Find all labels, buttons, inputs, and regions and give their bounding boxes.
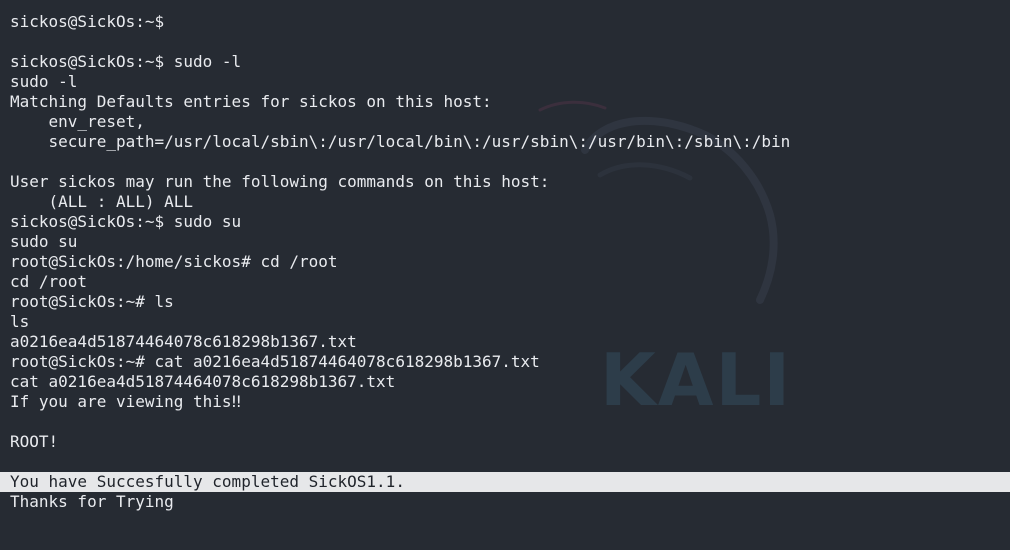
selected-output-line: You have Succesfully completed SickOS1.1… <box>0 472 1010 492</box>
terminal-line: root@SickOs:~# cat a0216ea4d51874464078c… <box>10 352 540 371</box>
terminal-line: Thanks for Trying <box>10 492 174 511</box>
terminal-line: cd /root <box>10 272 88 291</box>
terminal-line: If you are viewing this‼ <box>10 392 242 411</box>
terminal-line: sudo su <box>10 232 78 251</box>
terminal-line: root@SickOs:/home/sickos# cd /root <box>10 252 338 271</box>
terminal-line: User sickos may run the following comman… <box>10 172 550 191</box>
terminal-line: a0216ea4d51874464078c618298b1367.txt <box>10 332 357 351</box>
terminal-line: root@SickOs:~# ls <box>10 292 174 311</box>
terminal-line: sudo -l <box>10 72 78 91</box>
terminal-line: (ALL : ALL) ALL <box>10 192 194 211</box>
terminal-line: sickos@SickOs:~$ sudo -l <box>10 52 242 71</box>
terminal-output[interactable]: sickos@SickOs:~$ sickos@SickOs:~$ sudo -… <box>0 12 1010 512</box>
terminal-line: Matching Defaults entries for sickos on … <box>10 92 492 111</box>
terminal-line: sickos@SickOs:~$ <box>10 12 174 31</box>
terminal-line: ROOT! <box>10 432 59 451</box>
terminal-line: sickos@SickOs:~$ sudo su <box>10 212 242 231</box>
terminal-line: env_reset, <box>10 112 145 131</box>
terminal-line: ls <box>10 312 30 331</box>
terminal-line: secure_path=/usr/local/sbin\:/usr/local/… <box>10 132 791 151</box>
terminal-window[interactable]: KALI sickos@SickOs:~$ sickos@SickOs:~$ s… <box>0 0 1010 550</box>
terminal-line: cat a0216ea4d51874464078c618298b1367.txt <box>10 372 396 391</box>
